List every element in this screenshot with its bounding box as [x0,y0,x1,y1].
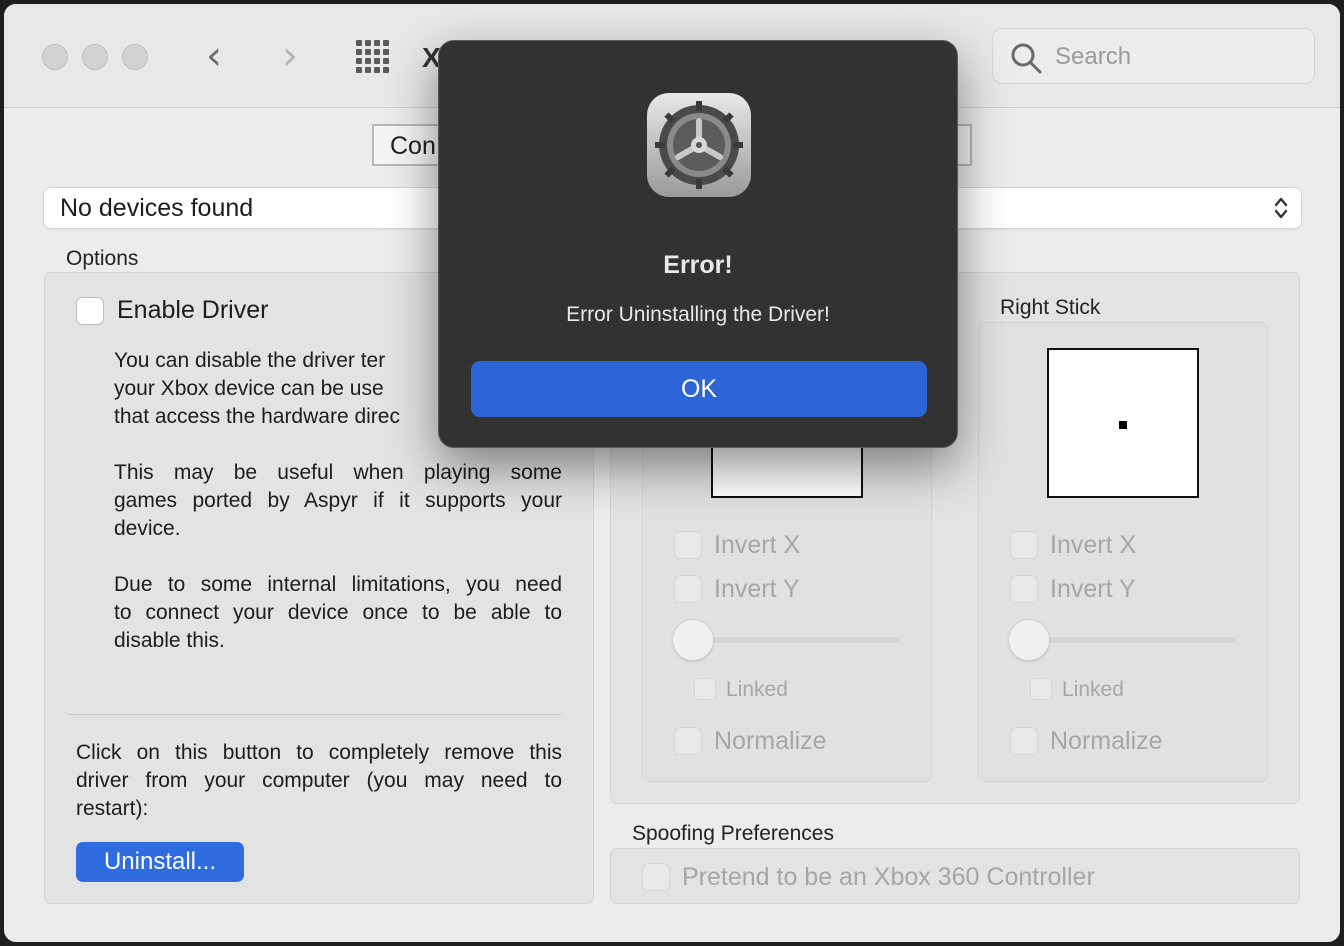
forward-button[interactable]: › [282,36,298,76]
spoofing-title: Spoofing Preferences [632,822,834,845]
zoom-window-button[interactable] [122,44,148,70]
minimize-window-button[interactable] [82,44,108,70]
right-stick-position-dot [1119,421,1127,429]
left-linked-label: Linked [726,678,788,701]
left-deadzone-slider-knob[interactable] [672,619,714,661]
pretend-xbox360-checkbox[interactable] [642,863,670,891]
left-normalize-checkbox[interactable] [674,727,702,755]
right-invert-x-label: Invert X [1050,531,1137,559]
right-normalize-checkbox[interactable] [1010,727,1038,755]
updown-chevron-icon [1274,197,1288,219]
right-stick-pad [1047,348,1199,498]
dialog-message: Error Uninstalling the Driver! [566,303,830,326]
search-placeholder: Search [1055,43,1132,70]
left-invert-y-label: Invert Y [714,575,800,603]
left-linked-checkbox[interactable] [694,678,716,700]
ok-button[interactable]: OK [471,361,927,417]
limitation-info-text: Due to some internal limitations, you ne… [114,573,562,652]
enable-driver-label: Enable Driver [117,296,269,324]
right-normalize-label: Normalize [1050,727,1163,755]
right-invert-y-checkbox[interactable] [1010,575,1038,603]
search-icon [1011,43,1042,74]
enable-driver-checkbox[interactable] [76,297,104,325]
right-invert-x-checkbox[interactable] [1010,531,1038,559]
right-linked-checkbox[interactable] [1030,678,1052,700]
left-normalize-label: Normalize [714,727,827,755]
close-window-button[interactable] [42,44,68,70]
options-title: Options [66,247,139,270]
spoofing-box: Pretend to be an Xbox 360 Controller [610,848,1300,904]
right-deadzone-slider-track[interactable] [1030,637,1236,643]
uninstall-info-text: Click on this button to completely remov… [76,741,562,820]
back-button[interactable]: ‹ [206,36,222,76]
show-all-grid-icon[interactable] [356,40,392,74]
right-invert-y-label: Invert Y [1050,575,1136,603]
right-linked-label: Linked [1062,678,1124,701]
system-preferences-window: ‹ › X Search Con No devices found Option… [4,4,1340,942]
pretend-xbox360-label: Pretend to be an Xbox 360 Controller [682,863,1095,891]
left-invert-x-label: Invert X [714,531,801,559]
left-invert-x-checkbox[interactable] [674,531,702,559]
options-divider [68,714,562,715]
search-field[interactable]: Search [992,28,1315,84]
tab-label: Con [390,132,436,160]
device-popup-value: No devices found [60,194,254,222]
left-deadzone-slider-track[interactable] [694,637,900,643]
right-stick-title: Right Stick [1000,296,1101,319]
left-invert-y-checkbox[interactable] [674,575,702,603]
dialog-title: Error! [663,251,733,279]
system-preferences-gear-icon [647,93,751,197]
aspyr-info-text: This may be useful when playing some gam… [114,461,562,540]
right-deadzone-slider-knob[interactable] [1008,619,1050,661]
uninstall-button[interactable]: Uninstall... [76,842,244,882]
error-dialog: Error! Error Uninstalling the Driver! OK [438,40,958,448]
